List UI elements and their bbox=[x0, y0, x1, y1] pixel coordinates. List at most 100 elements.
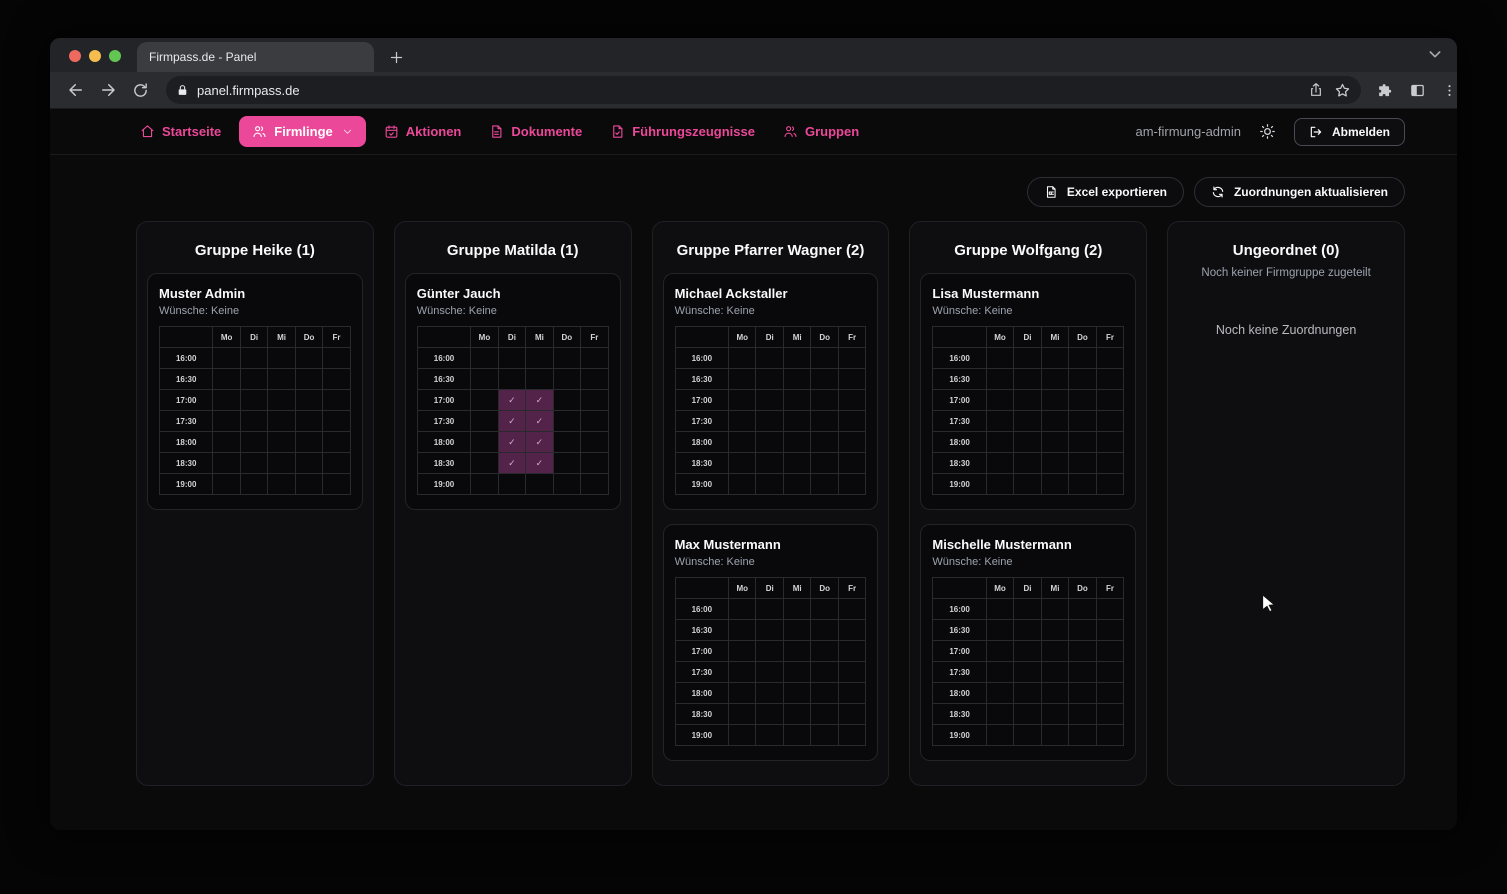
slot-cell bbox=[240, 348, 267, 369]
slot-cell bbox=[838, 683, 866, 704]
day-header: Do bbox=[1069, 578, 1096, 599]
time-label: 18:00 bbox=[933, 432, 986, 453]
table-row: 19:00 bbox=[417, 474, 608, 495]
nav-item-aktionen[interactable]: Aktionen bbox=[374, 116, 472, 147]
star-icon[interactable] bbox=[1334, 82, 1351, 99]
check-icon: ✓ bbox=[508, 437, 516, 447]
slot-cell bbox=[756, 432, 783, 453]
member-card-lisa-mustermann[interactable]: Lisa MustermannWünsche: KeineMoDiMiDoFr1… bbox=[920, 273, 1136, 510]
slot-cell bbox=[811, 432, 838, 453]
slot-cell bbox=[581, 411, 609, 432]
day-header: Mo bbox=[213, 327, 240, 348]
member-name: Günter Jauch bbox=[417, 286, 609, 301]
slot-cell bbox=[1041, 453, 1068, 474]
nav-item-führungszeugnisse[interactable]: Führungszeugnisse bbox=[600, 116, 765, 147]
slot-cell bbox=[783, 725, 810, 746]
excel-file-icon bbox=[1044, 185, 1058, 199]
slot-cell bbox=[811, 348, 838, 369]
address-bar[interactable]: panel.firmpass.de bbox=[166, 76, 1361, 104]
slot-cell bbox=[783, 683, 810, 704]
slot-cell bbox=[1014, 725, 1041, 746]
slot-cell bbox=[1014, 432, 1041, 453]
slot-cell bbox=[729, 348, 756, 369]
time-label: 19:00 bbox=[675, 474, 728, 495]
window-minimize-button[interactable] bbox=[89, 50, 101, 62]
table-row: 18:30 bbox=[160, 453, 351, 474]
time-label: 16:30 bbox=[933, 620, 986, 641]
group-column-gruppe-heike-1-: Gruppe Heike (1)Muster AdminWünsche: Kei… bbox=[136, 221, 374, 786]
time-label: 18:30 bbox=[160, 453, 213, 474]
day-header: Do bbox=[295, 327, 322, 348]
slot-cell bbox=[986, 453, 1013, 474]
sidebar-icon[interactable] bbox=[1403, 76, 1431, 104]
slot-cell bbox=[1014, 620, 1041, 641]
slot-cell bbox=[553, 453, 580, 474]
table-row: 17:00 bbox=[160, 390, 351, 411]
member-card-mischelle-mustermann[interactable]: Mischelle MustermannWünsche: KeineMoDiMi… bbox=[920, 524, 1136, 761]
slot-cell bbox=[526, 369, 553, 390]
day-header: Di bbox=[1014, 327, 1041, 348]
day-header: Mi bbox=[268, 327, 295, 348]
sun-icon[interactable] bbox=[1259, 123, 1276, 140]
refresh-assignments-button[interactable]: Zuordnungen aktualisieren bbox=[1194, 177, 1405, 207]
slot-cell bbox=[756, 474, 783, 495]
window-close-button[interactable] bbox=[69, 50, 81, 62]
window-zoom-button[interactable] bbox=[109, 50, 121, 62]
slot-cell bbox=[1069, 683, 1096, 704]
check-icon: ✓ bbox=[536, 458, 544, 468]
slot-cell bbox=[581, 390, 609, 411]
slot-cell bbox=[986, 411, 1013, 432]
member-card-michael-ackstaller[interactable]: Michael AckstallerWünsche: KeineMoDiMiDo… bbox=[663, 273, 879, 510]
nav-item-startseite[interactable]: Startseite bbox=[130, 116, 231, 147]
member-card-max-mustermann[interactable]: Max MustermannWünsche: KeineMoDiMiDoFr16… bbox=[663, 524, 879, 761]
slot-cell bbox=[756, 369, 783, 390]
logout-button[interactable]: Abmelden bbox=[1294, 118, 1405, 146]
nav-item-firmlinge[interactable]: Firmlinge bbox=[239, 116, 366, 147]
table-row: 17:30 bbox=[160, 411, 351, 432]
table-row: 19:00 bbox=[675, 725, 866, 746]
check-icon: ✓ bbox=[508, 416, 516, 426]
slot-cell bbox=[811, 453, 838, 474]
slot-cell bbox=[729, 390, 756, 411]
time-label: 16:30 bbox=[933, 369, 986, 390]
forward-icon[interactable] bbox=[94, 76, 122, 104]
tab-search-chevron-icon[interactable] bbox=[1427, 46, 1443, 62]
new-tab-plus-icon[interactable] bbox=[382, 43, 410, 71]
slot-cell bbox=[471, 348, 498, 369]
kebab-menu-icon[interactable] bbox=[1435, 76, 1457, 104]
table-row: 18:00 bbox=[933, 432, 1124, 453]
slot-cell bbox=[756, 620, 783, 641]
nav-item-gruppen[interactable]: Gruppen bbox=[773, 116, 869, 147]
table-corner-cell bbox=[675, 578, 728, 599]
slot-cell bbox=[471, 432, 498, 453]
time-label: 18:00 bbox=[160, 432, 213, 453]
slot-cell-checked: ✓ bbox=[498, 432, 525, 453]
member-card-günter-jauch[interactable]: Günter JauchWünsche: KeineMoDiMiDoFr16:0… bbox=[405, 273, 621, 510]
slot-cell bbox=[1041, 474, 1068, 495]
puzzle-icon[interactable] bbox=[1371, 76, 1399, 104]
member-card-muster-admin[interactable]: Muster AdminWünsche: KeineMoDiMiDoFr16:0… bbox=[147, 273, 363, 510]
group-empty-text: Noch keine Zuordnungen bbox=[1178, 323, 1394, 337]
slot-cell-checked: ✓ bbox=[526, 411, 553, 432]
table-row: 18:30 bbox=[933, 704, 1124, 725]
appnav-right: am-firmung-admin Abmelden bbox=[1136, 118, 1406, 146]
slot-cell bbox=[1096, 704, 1124, 725]
nav-item-dokumente[interactable]: Dokumente bbox=[479, 116, 592, 147]
reload-icon[interactable] bbox=[126, 76, 154, 104]
day-header: Fr bbox=[1096, 327, 1124, 348]
day-header: Mo bbox=[729, 578, 756, 599]
availability-table: MoDiMiDoFr16:0016:3017:0017:3018:0018:30… bbox=[159, 326, 351, 495]
excel-export-button[interactable]: Excel exportieren bbox=[1027, 177, 1184, 207]
slot-cell bbox=[838, 725, 866, 746]
slot-cell bbox=[756, 641, 783, 662]
browser-tab[interactable]: Firmpass.de - Panel bbox=[137, 42, 374, 72]
time-label: 17:30 bbox=[933, 411, 986, 432]
table-row: 16:00 bbox=[675, 599, 866, 620]
share-icon[interactable] bbox=[1308, 82, 1324, 98]
document-icon bbox=[489, 124, 504, 139]
slot-cell-checked: ✓ bbox=[498, 411, 525, 432]
time-label: 17:30 bbox=[417, 411, 470, 432]
back-icon[interactable] bbox=[62, 76, 90, 104]
slot-cell bbox=[1041, 411, 1068, 432]
member-name: Max Mustermann bbox=[675, 537, 867, 552]
